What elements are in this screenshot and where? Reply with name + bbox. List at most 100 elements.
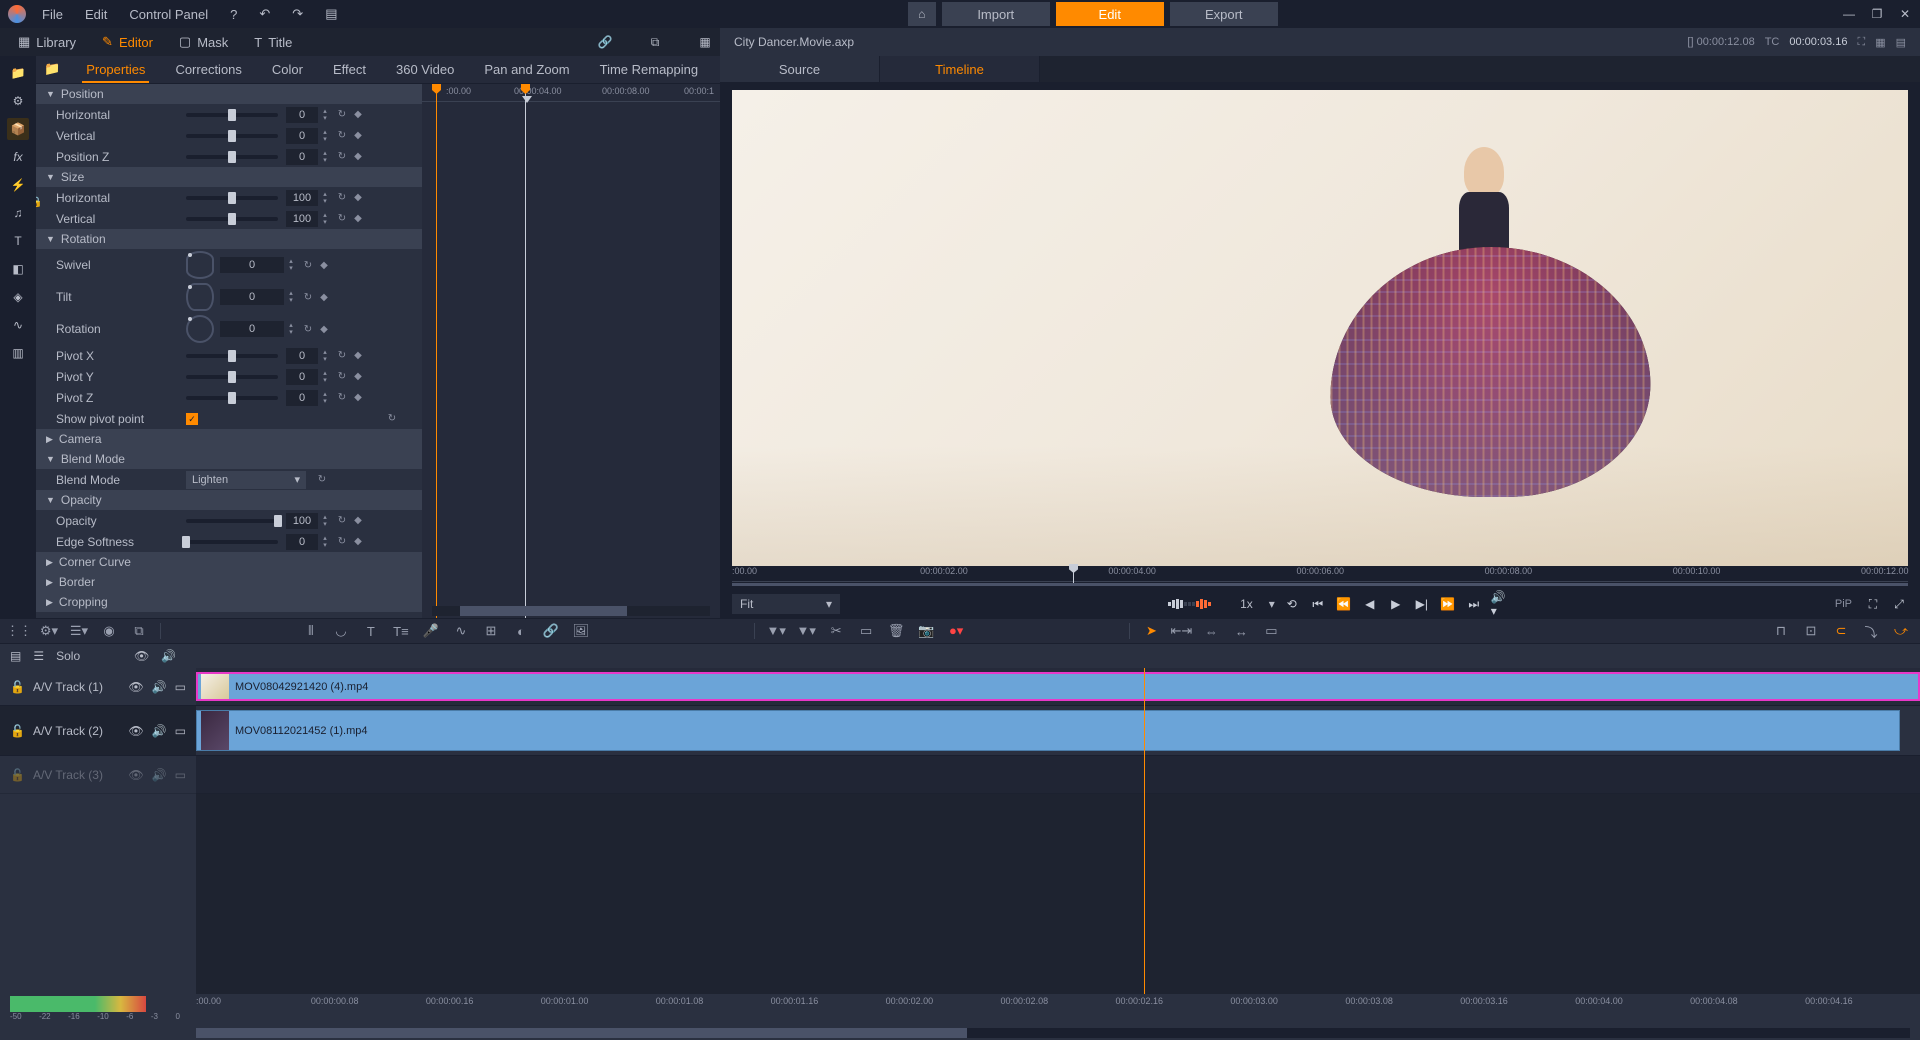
group-border[interactable]: ▶Border (36, 572, 422, 592)
tool-ripple-icon[interactable]: ⇔ (1202, 622, 1220, 640)
lock-icon[interactable]: 🔒 (36, 197, 42, 208)
step-fwd-icon[interactable]: ▶| (1413, 595, 1431, 613)
track-label-3[interactable]: 🔓 A/V Track (3) 👁 🔊 ▭ (0, 756, 196, 794)
input-pivot-y[interactable]: 0 (286, 369, 318, 385)
input-pos-z[interactable]: 0 (286, 149, 318, 165)
dial-tilt[interactable] (186, 283, 214, 311)
tool-link-icon[interactable]: 🔗 (542, 622, 560, 640)
tool-marker-out-icon[interactable]: ▼▾ (797, 622, 815, 640)
monitor-icon[interactable]: ▭ (175, 768, 186, 782)
grid-icon[interactable]: ▦ (696, 33, 714, 51)
tool-trash-icon[interactable]: 🗑 (887, 622, 905, 640)
spinner-pos-v[interactable]: ▴▾ (320, 129, 330, 143)
keyframe-icon[interactable]: ◆ (352, 130, 364, 142)
tool-record-icon[interactable]: ◉ (100, 622, 118, 640)
menu-file[interactable]: File (36, 7, 69, 22)
fullscreen-icon[interactable]: ⤢ (1890, 595, 1908, 613)
solo-label[interactable]: Solo (56, 649, 80, 663)
keyframe-icon[interactable]: ◆ (352, 392, 364, 404)
tool-trim-in-icon[interactable]: ⇤⇥ (1172, 622, 1190, 640)
speaker-icon[interactable]: 🔊 (152, 768, 167, 782)
rail-fx-icon[interactable]: fx (7, 146, 29, 168)
subtab-360video[interactable]: 360 Video (392, 62, 458, 83)
lock-icon[interactable]: 🔓 (10, 680, 25, 694)
keyframe-marker-icon[interactable] (522, 96, 532, 103)
clip-1[interactable]: MOV08042921420 (4).mp4 (196, 672, 1920, 701)
clip-2[interactable]: MOV08112021452 (1).mp4 (196, 710, 1900, 751)
subtab-corrections[interactable]: Corrections (171, 62, 245, 83)
tab-source[interactable]: Source (720, 56, 880, 82)
pip-expand-icon[interactable]: ⛶ (1864, 595, 1882, 613)
tool-clipboard-icon[interactable]: ⧉ (130, 622, 148, 640)
group-rotation[interactable]: ▼Rotation (36, 229, 422, 249)
tool-overwrite-icon[interactable]: ⤵ (1862, 622, 1880, 640)
checkbox-show-pivot[interactable]: ✓ (186, 413, 198, 425)
input-size-v[interactable]: 100 (286, 211, 318, 227)
home-button[interactable]: ⌂ (908, 2, 936, 26)
rail-gear-icon[interactable]: ⚙ (7, 90, 29, 112)
input-pivot-z[interactable]: 0 (286, 390, 318, 406)
input-tilt[interactable]: 0 (220, 289, 284, 305)
dial-rotation[interactable] (186, 315, 214, 343)
reset-icon[interactable]: ↻ (302, 259, 314, 271)
timeline-playhead[interactable] (1144, 668, 1145, 994)
preview-ruler[interactable]: :00.00 00:00:02.00 00:00:04.00 00:00:06.… (720, 566, 1920, 590)
input-pivot-x[interactable]: 0 (286, 348, 318, 364)
slider-pos-z[interactable] (186, 155, 278, 159)
subtab-color[interactable]: Color (268, 62, 307, 83)
reset-icon[interactable]: ↻ (336, 130, 348, 142)
rail-bolt-icon[interactable]: ⚡ (7, 174, 29, 196)
help-icon[interactable]: ? (224, 7, 243, 22)
tool-curve-icon[interactable]: ∿ (452, 622, 470, 640)
rail-curve-icon[interactable]: ∿ (7, 314, 29, 336)
group-camera[interactable]: ▶Camera (36, 429, 422, 449)
speed-dropdown[interactable]: 1x▾ (1240, 597, 1275, 611)
spinner-tilt[interactable]: ▴▾ (286, 290, 296, 304)
slider-opacity[interactable] (186, 519, 278, 523)
timeline-hscroll[interactable] (196, 1028, 1910, 1038)
tool-grip-icon[interactable]: ⋮⋮ (10, 622, 28, 640)
visibility-icon[interactable]: 👁 (128, 724, 143, 738)
rail-column-icon[interactable]: ▥ (7, 342, 29, 364)
tool-effects-icon[interactable]: ⫴ (302, 622, 320, 640)
reset-icon[interactable]: ↻ (336, 350, 348, 362)
slider-pos-v[interactable] (186, 134, 278, 138)
tool-insert-icon[interactable]: ⊂ (1832, 622, 1850, 640)
layout2-icon[interactable]: ▤ (1896, 36, 1906, 49)
slider-pivot-x[interactable] (186, 354, 278, 358)
group-corner-curve[interactable]: ▶Corner Curve (36, 552, 422, 572)
keyframe-ruler[interactable]: :00.00 00:00:04.00 00:00:08.00 00:00:1 (422, 84, 720, 102)
track-label-2[interactable]: 🔓 A/V Track (2) 👁 🔊 ▭ (0, 706, 196, 756)
tab-timeline[interactable]: Timeline (880, 56, 1040, 82)
tool-text2-icon[interactable]: T≡ (392, 622, 410, 640)
slider-pivot-y[interactable] (186, 375, 278, 379)
zoom-fit-dropdown[interactable]: Fit▾ (732, 594, 840, 614)
tl-list-icon[interactable]: ☰ (33, 649, 44, 663)
tool-frame-icon[interactable]: ▭ (857, 622, 875, 640)
input-size-h[interactable]: 100 (286, 190, 318, 206)
sub-strip-folder-icon[interactable]: 📁 (44, 55, 60, 83)
tool-razor-icon[interactable]: ✂ (827, 622, 845, 640)
reset-icon[interactable]: ↻ (336, 109, 348, 121)
keyframe-icon[interactable]: ◆ (318, 291, 330, 303)
go-end-icon[interactable]: ⏭ (1465, 595, 1483, 613)
subtab-effect[interactable]: Effect (329, 62, 370, 83)
keyframe-cursor[interactable] (525, 84, 526, 618)
rail-music-icon[interactable]: ♫ (7, 202, 29, 224)
rail-folder-icon[interactable]: 📁 (7, 62, 29, 84)
keyframe-icon[interactable]: ◆ (352, 371, 364, 383)
copy-icon[interactable]: ⧉ (646, 33, 664, 51)
tool-mic-icon[interactable]: 🎤 (422, 622, 440, 640)
spinner-size-h[interactable]: ▴▾ (320, 191, 330, 205)
group-opacity[interactable]: ▼Opacity (36, 490, 422, 510)
keyframe-playhead[interactable] (436, 84, 437, 618)
close-icon[interactable]: ✕ (1898, 7, 1912, 21)
tab-editor[interactable]: ✎Editor (102, 34, 153, 50)
restore-icon[interactable]: ❐ (1870, 7, 1884, 21)
slider-size-h[interactable] (186, 196, 278, 200)
reset-icon[interactable]: ↻ (302, 323, 314, 335)
input-pos-v[interactable]: 0 (286, 128, 318, 144)
group-blend-mode[interactable]: ▼Blend Mode (36, 449, 422, 469)
rail-layers-icon[interactable]: ◈ (7, 286, 29, 308)
prev-frame-icon[interactable]: ⏪ (1335, 595, 1353, 613)
